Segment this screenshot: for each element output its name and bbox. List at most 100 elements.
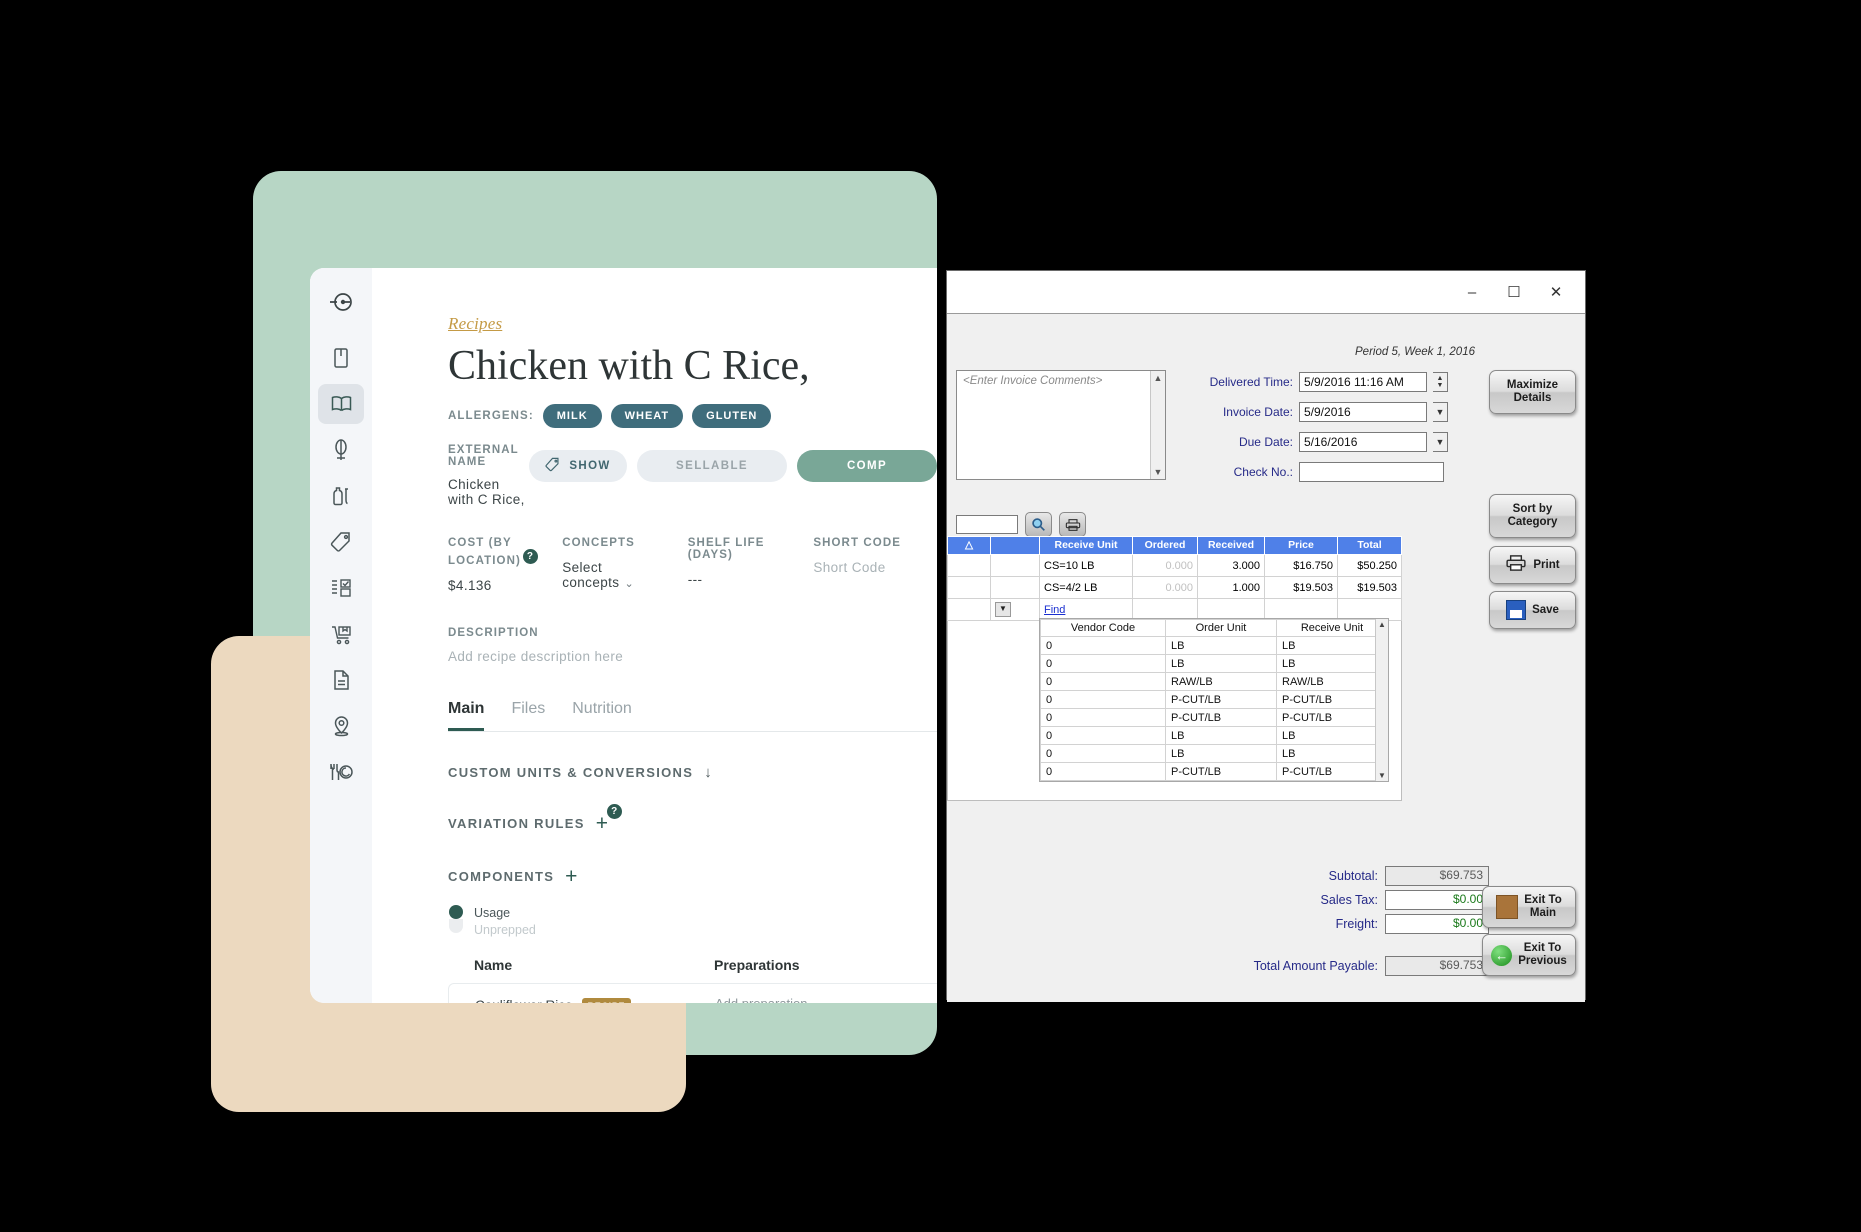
sales-tax-input[interactable]: $0.00 [1385,890,1489,910]
scroll-down-icon[interactable]: ▼ [1154,467,1163,477]
freight-input[interactable]: $0.00 [1385,914,1489,934]
find-dropdown-cell[interactable]: ▼ [990,598,1040,621]
print-preview-icon[interactable] [1059,512,1086,537]
sidebar-item-locations[interactable] [318,706,364,746]
sidebar-item-dining[interactable] [318,752,364,792]
cell-receive-unit: CS=4/2 LB [1039,576,1133,599]
detail-grid-scrollbar[interactable]: ▲ ▼ [1375,619,1388,781]
door-icon [1496,895,1519,919]
table-row[interactable]: 0 P-CUT/LB P-CUT/LB [1040,690,1388,709]
concepts-select[interactable]: Select concepts ⌄ [562,560,678,590]
toggle-show[interactable]: SHOW [529,450,627,483]
usage-toggle-labels: Usage Unprepped [474,905,536,939]
table-row[interactable]: 0 P-CUT/LB P-CUT/LB [1040,708,1388,727]
scroll-up-icon[interactable]: ▲ [1378,620,1386,629]
sidebar-item-whisk[interactable] [318,430,364,470]
total-payable-value: $69.753 [1385,956,1489,976]
logo-icon[interactable] [318,282,364,322]
exit-to-main-button[interactable]: Exit To Main [1482,886,1576,928]
due-date-input[interactable]: 5/16/2016 [1299,432,1427,452]
add-preparation-select[interactable]: Add preparation ⌄ [715,996,826,1003]
tab-files[interactable]: Files [511,700,545,731]
column-header-price[interactable]: Price [1264,536,1338,555]
section-custom-units[interactable]: CUSTOM UNITS & CONVERSIONS ↓ [448,764,937,781]
component-link[interactable]: Cauliflower Rice [475,998,573,1003]
help-icon[interactable]: ? [607,803,623,819]
maximize-details-line2: Details [1513,392,1552,404]
usage-toggle[interactable]: Usage Unprepped [448,904,937,939]
sidebar-item-delivery[interactable] [318,614,364,654]
column-header-vendor-code[interactable]: Vendor Code [1040,619,1166,637]
usage-toggle-track[interactable] [448,904,464,939]
column-header-ordered[interactable]: Ordered [1132,536,1198,555]
scroll-down-icon[interactable]: ▼ [1378,771,1386,780]
column-header-total[interactable]: Total [1337,536,1402,555]
print-button[interactable]: Print [1489,546,1576,584]
help-icon[interactable]: ? [522,549,538,565]
maximize-details-button[interactable]: Maximize Details [1489,370,1576,414]
table-row[interactable]: 0 LB LB [1040,654,1388,673]
sort-line2: Category [1507,516,1558,528]
freight-label: Freight: [1335,917,1378,931]
column-header-received[interactable]: Received [1197,536,1265,555]
sidebar-item-recipes[interactable] [318,384,364,424]
save-button[interactable]: Save [1489,591,1576,629]
minimize-icon[interactable]: – [1451,275,1493,309]
find-link[interactable]: Find [1044,604,1065,616]
field-due-date: Due Date: 5/16/2016 ▼ [1175,432,1448,452]
add-component-button[interactable]: + [565,866,579,887]
toggle-comp[interactable]: COMP [797,450,937,483]
exit-to-previous-button[interactable]: ← Exit To Previous [1482,934,1576,976]
table-row[interactable]: CS=10 LB 0.000 3.000 $16.750 $50.250 [947,554,1402,577]
column-header-order-unit[interactable]: Order Unit [1165,619,1277,637]
toggle-sellable[interactable]: SELLABLE [637,450,787,483]
chevron-down-icon: ⌄ [816,996,827,1003]
maximize-icon[interactable]: ☐ [1493,275,1535,309]
sort-by-category-button[interactable]: Sort by Category [1489,494,1576,538]
cell-receive-unit: CS=10 LB [1039,554,1133,577]
invoice-date-input[interactable]: 5/9/2016 [1299,402,1427,422]
grid-search-input[interactable] [956,515,1018,534]
description-input[interactable]: Add recipe description here [448,649,937,664]
sidebar-item-clipboard[interactable] [318,338,364,378]
table-row[interactable]: 0 LB LB [1040,726,1388,745]
sidebar-item-documents[interactable] [318,660,364,700]
add-variation-rule-button[interactable]: + ? [596,803,623,834]
chevron-down-icon[interactable]: ▼ [1433,402,1448,422]
breadcrumb[interactable]: Recipes [448,314,937,334]
section-variation-rules: VARIATION RULES + ? [448,803,937,834]
table-row[interactable]: 0 LB LB [1040,744,1388,763]
delivered-time-input[interactable]: 5/9/2016 11:16 AM [1299,372,1427,392]
tab-main[interactable]: Main [448,700,485,731]
external-name-value[interactable]: Chicken with C Rice, [448,477,529,507]
printer-icon [1505,555,1527,575]
table-row[interactable]: Cauliflower Rice RECIPE Add preparation … [448,982,937,1003]
window-titlebar[interactable]: – ☐ ✕ [947,271,1585,314]
column-header-receive-unit[interactable]: Receive Unit [1039,536,1133,555]
table-row[interactable]: 0 RAW/LB RAW/LB [1040,672,1388,691]
cell-order-unit: LB [1165,636,1277,655]
check-no-input[interactable] [1299,462,1444,482]
invoice-comments-textarea[interactable]: <Enter Invoice Comments> ▲ ▼ [956,370,1166,480]
status-toggle-group: SHOW SELLABLE COMP [529,450,937,483]
search-icon[interactable] [1025,512,1052,537]
chevron-down-icon[interactable]: ▼ [995,602,1011,617]
arrow-down-icon[interactable]: ↓ [704,764,713,781]
sidebar-item-tags[interactable] [318,522,364,562]
short-code-value[interactable]: Short Code [813,560,927,575]
table-row[interactable]: 0 LB LB [1040,636,1388,655]
close-icon[interactable]: ✕ [1535,275,1577,309]
tab-nutrition[interactable]: Nutrition [572,700,632,731]
sidebar-item-checklist[interactable] [318,568,364,608]
comments-scrollbar[interactable]: ▲ ▼ [1150,371,1165,479]
table-row[interactable]: CS=4/2 LB 0.000 1.000 $19.503 $19.503 [947,576,1402,599]
table-row[interactable]: 0 P-CUT/LB P-CUT/LB [1040,762,1388,781]
column-header-sort[interactable]: △ [947,536,991,555]
scroll-up-icon[interactable]: ▲ [1154,373,1163,383]
spinner-icon[interactable]: ▲ ▼ [1433,372,1448,392]
cell-vendor-code: 0 [1040,744,1166,763]
back-arrow-icon: ← [1491,944,1513,966]
column-header-detail-receive-unit[interactable]: Receive Unit [1276,619,1388,637]
chevron-down-icon[interactable]: ▼ [1433,432,1448,452]
sidebar-item-bottles[interactable] [318,476,364,516]
